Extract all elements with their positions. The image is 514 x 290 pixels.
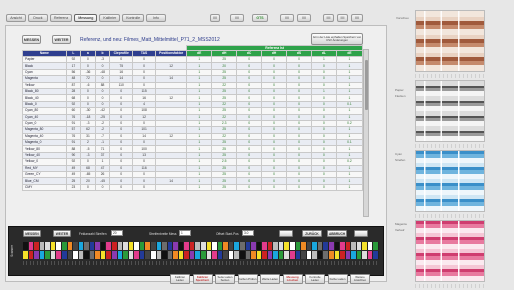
footer-button-8[interactable]: Weitere Ansichten	[350, 274, 370, 284]
tab-4[interactable]: Kalibrier	[99, 14, 121, 22]
table-cell: 0	[80, 183, 96, 192]
table-cell: 1	[335, 183, 364, 192]
table-cell: 0	[94, 183, 111, 192]
field-count-label: Feldanzahl Streifen	[79, 232, 107, 236]
table-cell	[155, 183, 188, 192]
offset-label: Offset Start-Pos	[216, 232, 239, 236]
offset-input[interactable]: 3.0	[242, 230, 254, 236]
color-strip-bottom	[23, 251, 379, 259]
strip-button-d[interactable]	[354, 230, 368, 237]
toolbar-button-4[interactable]: IIII	[297, 14, 311, 22]
tab-1[interactable]: Druck	[28, 14, 48, 22]
tab-6[interactable]: Info	[146, 14, 167, 22]
footer-button-5[interactable]: Messung Löschen	[282, 274, 303, 284]
toolbar-button-5[interactable]: IIII	[323, 14, 334, 22]
next-button[interactable]: WEITER	[52, 35, 71, 44]
preview-ruler-3	[415, 214, 485, 218]
strip-measure-button[interactable]: MESSEN	[23, 230, 41, 237]
tab-0[interactable]: Ansicht	[6, 14, 26, 22]
save-changes-button[interactable]: Ist in der Liste enthalten Speichern von…	[311, 33, 363, 45]
strip-width-label: Streifenbreite Mess	[149, 232, 177, 236]
preview-label-2: Cyan	[395, 152, 403, 156]
field-count-input[interactable]: 20	[111, 230, 123, 236]
footer-button-4[interactable]: Werte Laden	[260, 274, 280, 284]
preview-sub-3: Verlauf	[395, 228, 405, 232]
toolbar-button-6[interactable]: IIII	[337, 14, 348, 22]
tab-2[interactable]: Referenz	[50, 14, 73, 22]
table-cell: 0	[286, 183, 312, 192]
toolbar-button-2[interactable]: IIII	[230, 14, 244, 22]
reference-text: Referenz, und neu: Filmes_Matt_Mittelmit…	[80, 37, 220, 43]
toolbar-ok-button[interactable]: GTS	[252, 14, 268, 22]
table-cell: 0	[109, 183, 134, 192]
table-cell: 0	[236, 183, 263, 192]
table-cell: 25	[211, 183, 238, 192]
table-cell: 0	[132, 183, 157, 192]
measurement-table: Referenz Ist Name La b Cieprofile TAS Positio…	[22, 45, 364, 192]
scrollbar-thumb[interactable]	[365, 60, 368, 110]
toolbar-button-1[interactable]: IIII	[210, 14, 220, 22]
preview-warm-image	[415, 10, 485, 72]
strip-width-input[interactable]: 1	[179, 230, 191, 236]
footer-button-3[interactable]: Farben Prüfen	[237, 274, 258, 284]
tab-3[interactable]: Messung	[74, 14, 98, 22]
preview-gray-image	[415, 80, 485, 142]
tab-bar: Ansicht Druck Referenz Messung Kalibrier Kont…	[6, 14, 167, 22]
color-patch	[373, 242, 379, 250]
back-button[interactable]: ZURÜCK	[302, 230, 322, 237]
preview-ruler-1	[415, 74, 485, 78]
table-cell: 23	[65, 183, 82, 192]
preview-label-3: Magenta	[395, 222, 407, 226]
toolbar-button-3[interactable]: IIII	[280, 14, 294, 22]
column-header[interactable]: Positionsfaktor	[155, 50, 188, 57]
preview-sub-2: Streifen	[395, 158, 406, 162]
row-name: CMY	[22, 183, 67, 192]
preview-title: Vorschau	[396, 16, 409, 20]
footer-button-7[interactable]: Farbe Laden	[327, 274, 348, 284]
strip-next-button[interactable]: WEITER	[53, 230, 71, 237]
table-cell: 0	[261, 183, 288, 192]
table-row[interactable]: CMY 23 0 0 0 0 1 25 0 0 0 0 1	[22, 183, 364, 192]
preview-magenta-image	[415, 220, 485, 282]
cancel-button[interactable]: ABBRUCH	[327, 230, 347, 237]
table-scrollbar[interactable]	[363, 49, 369, 217]
tab-5[interactable]: Kontrolle	[122, 14, 145, 22]
preview-ruler-2	[415, 144, 485, 148]
strip-button-a[interactable]	[279, 230, 293, 237]
panel-side-label: Scanner	[10, 245, 14, 257]
color-patch	[373, 251, 379, 259]
footer-button-0[interactable]: Kalibrier Laden	[170, 274, 190, 284]
preview-ruler-4	[415, 284, 485, 288]
footer-button-1[interactable]: Kalibrier Speichern	[192, 274, 213, 284]
preview-cyan-image	[415, 150, 485, 212]
table-cell: 0	[310, 183, 337, 192]
preview-label-1: Papier	[395, 88, 404, 92]
strip-control-panel: Scanner MESSEN WEITER Feldanzahl Streife…	[8, 226, 384, 276]
table-cell: 1	[186, 183, 213, 192]
footer-button-6[interactable]: Kontrolle Laden	[305, 274, 325, 284]
strip-ruler	[23, 261, 379, 265]
measure-button[interactable]: MESSEN	[22, 35, 41, 44]
footer-button-2[interactable]: Seite Laden Setzen	[215, 274, 235, 284]
preview-sub-1: Flecken	[395, 94, 406, 98]
color-strip-top	[23, 242, 379, 250]
toolbar-button-7[interactable]: IIII	[351, 14, 363, 22]
